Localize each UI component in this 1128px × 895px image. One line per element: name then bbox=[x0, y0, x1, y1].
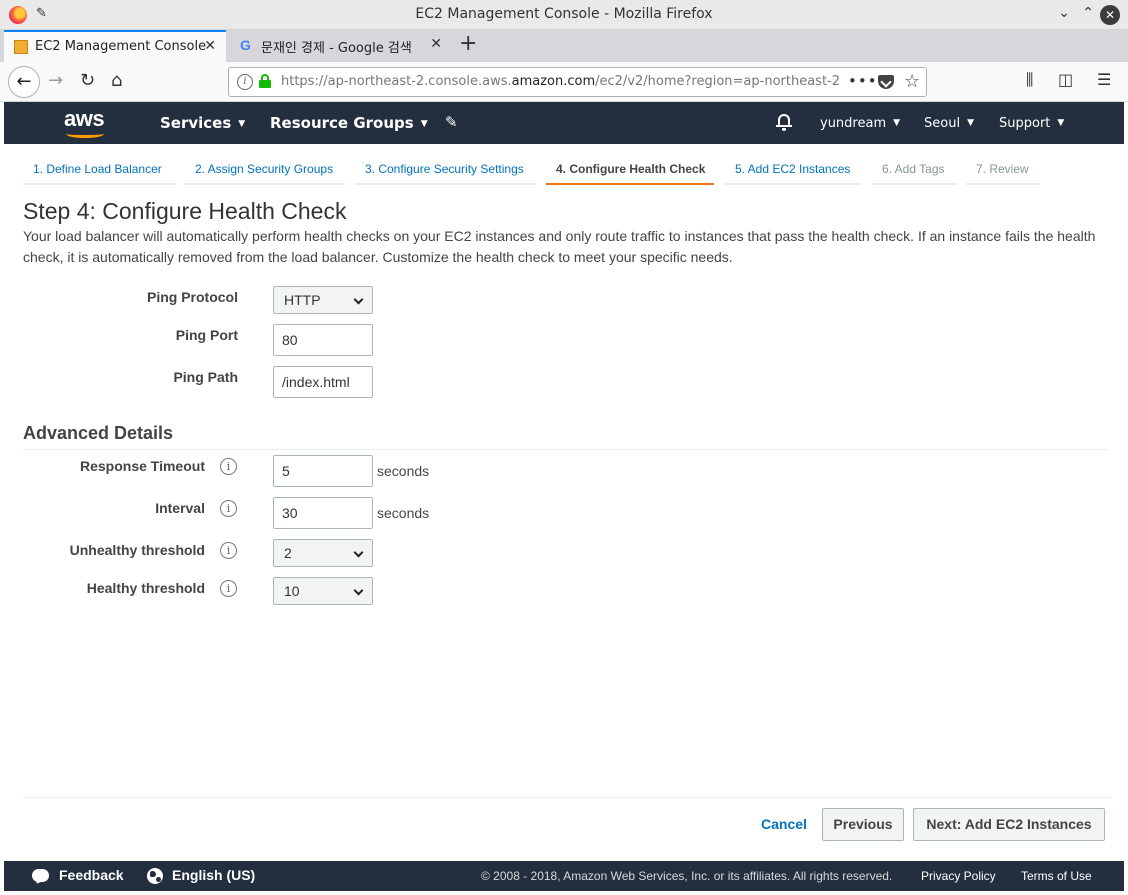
step-add-tags: 6. Add Tags bbox=[872, 154, 956, 185]
chevron-down-icon: ▼ bbox=[1057, 118, 1065, 128]
reload-icon[interactable]: ↻ bbox=[80, 69, 95, 93]
browser-navbar: ← → ↻ ⌂ i https://ap-northeast-2.console… bbox=[0, 62, 1128, 102]
section-divider bbox=[23, 449, 1110, 450]
privacy-policy-link[interactable]: Privacy Policy bbox=[921, 869, 996, 883]
chevron-down-icon bbox=[353, 294, 364, 305]
window-titlebar: ✎ EC2 Management Console - Mozilla Firef… bbox=[0, 0, 1128, 30]
page-description: Your load balancer will automatically pe… bbox=[23, 228, 1096, 265]
services-menu[interactable]: Services ▼ bbox=[160, 114, 245, 132]
unhealthy-threshold-label: Unhealthy threshold bbox=[69, 542, 205, 558]
account-menu[interactable]: yundream ▼ bbox=[820, 116, 900, 131]
step-configure-health-check[interactable]: 4. Configure Health Check bbox=[546, 154, 714, 185]
chevron-down-icon bbox=[353, 547, 364, 558]
interval-unit: seconds bbox=[377, 505, 430, 521]
library-icon[interactable]: ⫼ bbox=[1026, 70, 1033, 90]
ping-protocol-value: HTTP bbox=[284, 292, 321, 308]
unhealthy-threshold-value: 2 bbox=[284, 545, 292, 561]
step-configure-security-settings[interactable]: 3. Configure Security Settings bbox=[355, 154, 536, 185]
feedback-link[interactable]: Feedback bbox=[59, 867, 124, 883]
console-footer: Feedback English (US) © 2008 - 2018, Ama… bbox=[4, 861, 1124, 891]
info-icon[interactable]: i bbox=[220, 580, 237, 597]
page-title: Step 4: Configure Health Check bbox=[23, 198, 347, 224]
maximize-window-icon[interactable]: ⌃ bbox=[1082, 5, 1094, 21]
ping-protocol-label: Ping Protocol bbox=[147, 289, 238, 305]
actions-divider bbox=[23, 797, 1110, 798]
tab-google-search[interactable]: G 문재인 경제 - Google 검색 ✕ bbox=[230, 30, 452, 62]
pin-icon[interactable]: ✎ bbox=[445, 113, 458, 131]
unhealthy-threshold-select[interactable]: 2 bbox=[273, 539, 373, 567]
chevron-down-icon: ▼ bbox=[893, 118, 901, 128]
tab-label: EC2 Management Console bbox=[35, 39, 207, 54]
menu-icon[interactable]: ☰ bbox=[1097, 70, 1111, 89]
next-add-ec2-instances-button[interactable]: Next: Add EC2 Instances bbox=[913, 808, 1105, 841]
info-icon[interactable]: i bbox=[220, 500, 237, 517]
forward-arrow-icon[interactable]: → bbox=[48, 69, 63, 93]
pocket-icon[interactable] bbox=[878, 75, 894, 89]
info-icon[interactable]: i bbox=[220, 542, 237, 559]
feedback-icon bbox=[32, 869, 49, 882]
globe-icon bbox=[147, 868, 163, 884]
response-timeout-unit: seconds bbox=[377, 463, 430, 479]
aws-logo[interactable]: aws bbox=[64, 106, 105, 132]
support-menu[interactable]: Support ▼ bbox=[999, 116, 1064, 131]
language-selector[interactable]: English (US) bbox=[172, 867, 255, 883]
terms-of-use-link[interactable]: Terms of Use bbox=[1021, 869, 1092, 883]
cancel-button[interactable]: Cancel bbox=[761, 816, 807, 832]
step-define-load-balancer[interactable]: 1. Define Load Balancer bbox=[23, 154, 175, 185]
healthy-threshold-value: 10 bbox=[284, 583, 300, 599]
ping-path-input[interactable]: /index.html bbox=[273, 366, 373, 398]
ping-port-input[interactable]: 80 bbox=[273, 324, 373, 356]
lock-icon bbox=[259, 74, 271, 88]
aws-smile-icon bbox=[66, 130, 104, 138]
region-menu[interactable]: Seoul ▼ bbox=[924, 116, 974, 131]
healthy-threshold-label: Healthy threshold bbox=[86, 580, 205, 596]
url-text[interactable]: https://ap-northeast-2.console.aws.amazo… bbox=[281, 74, 841, 89]
resource-groups-menu[interactable]: Resource Groups ▼ bbox=[270, 114, 428, 132]
step-add-ec2-instances[interactable]: 5. Add EC2 Instances bbox=[725, 154, 862, 185]
chevron-down-icon: ▼ bbox=[967, 118, 974, 128]
response-timeout-label: Response Timeout bbox=[80, 458, 205, 474]
tab-ec2-console[interactable]: EC2 Management Console ✕ bbox=[4, 30, 226, 62]
browser-tab-strip: EC2 Management Console ✕ G 문재인 경제 - Goog… bbox=[0, 30, 1128, 62]
advanced-details-heading: Advanced Details bbox=[23, 423, 174, 443]
step-review: 7. Review bbox=[966, 154, 1040, 185]
ping-path-label: Ping Path bbox=[173, 369, 238, 385]
minimize-window-icon[interactable]: ⌄ bbox=[1058, 5, 1070, 21]
page-actions-icon[interactable]: ••• bbox=[848, 72, 878, 90]
chevron-down-icon: ▼ bbox=[420, 119, 428, 129]
copyright-text: © 2008 - 2018, Amazon Web Services, Inc.… bbox=[481, 869, 893, 883]
close-tab-icon[interactable]: ✕ bbox=[204, 38, 216, 54]
info-icon[interactable]: i bbox=[220, 458, 237, 475]
step-assign-security-groups[interactable]: 2. Assign Security Groups bbox=[185, 154, 345, 185]
close-window-icon[interactable]: ✕ bbox=[1100, 5, 1120, 25]
close-tab-icon[interactable]: ✕ bbox=[430, 36, 442, 52]
healthy-threshold-select[interactable]: 10 bbox=[273, 577, 373, 605]
chevron-down-icon: ▼ bbox=[238, 119, 246, 129]
google-icon: G bbox=[240, 37, 251, 53]
interval-input[interactable]: 30 bbox=[273, 497, 373, 529]
address-bar[interactable]: i https://ap-northeast-2.console.aws.ama… bbox=[228, 67, 927, 97]
response-timeout-input[interactable]: 5 bbox=[273, 455, 373, 487]
window-title: EC2 Management Console - Mozilla Firefox bbox=[415, 6, 713, 22]
tab-label: 문재인 경제 - Google 검색 bbox=[261, 41, 412, 56]
ping-protocol-select[interactable]: HTTP bbox=[273, 286, 373, 314]
previous-button[interactable]: Previous bbox=[822, 808, 904, 841]
interval-label: Interval bbox=[155, 500, 205, 516]
bookmark-star-icon[interactable]: ☆ bbox=[904, 71, 920, 92]
back-arrow-icon[interactable]: ← bbox=[8, 66, 40, 98]
aws-box-icon bbox=[14, 40, 28, 54]
home-icon[interactable]: ⌂ bbox=[111, 69, 122, 93]
new-tab-icon[interactable]: + bbox=[459, 33, 477, 55]
bell-icon[interactable] bbox=[776, 113, 792, 131]
sidebar-icon[interactable]: ◫ bbox=[1058, 70, 1073, 89]
ping-port-label: Ping Port bbox=[175, 327, 238, 343]
aws-nav-bar: aws Services ▼ Resource Groups ▼ ✎ yundrea… bbox=[4, 102, 1124, 144]
chevron-down-icon bbox=[353, 585, 364, 596]
site-info-icon[interactable]: i bbox=[237, 74, 253, 90]
